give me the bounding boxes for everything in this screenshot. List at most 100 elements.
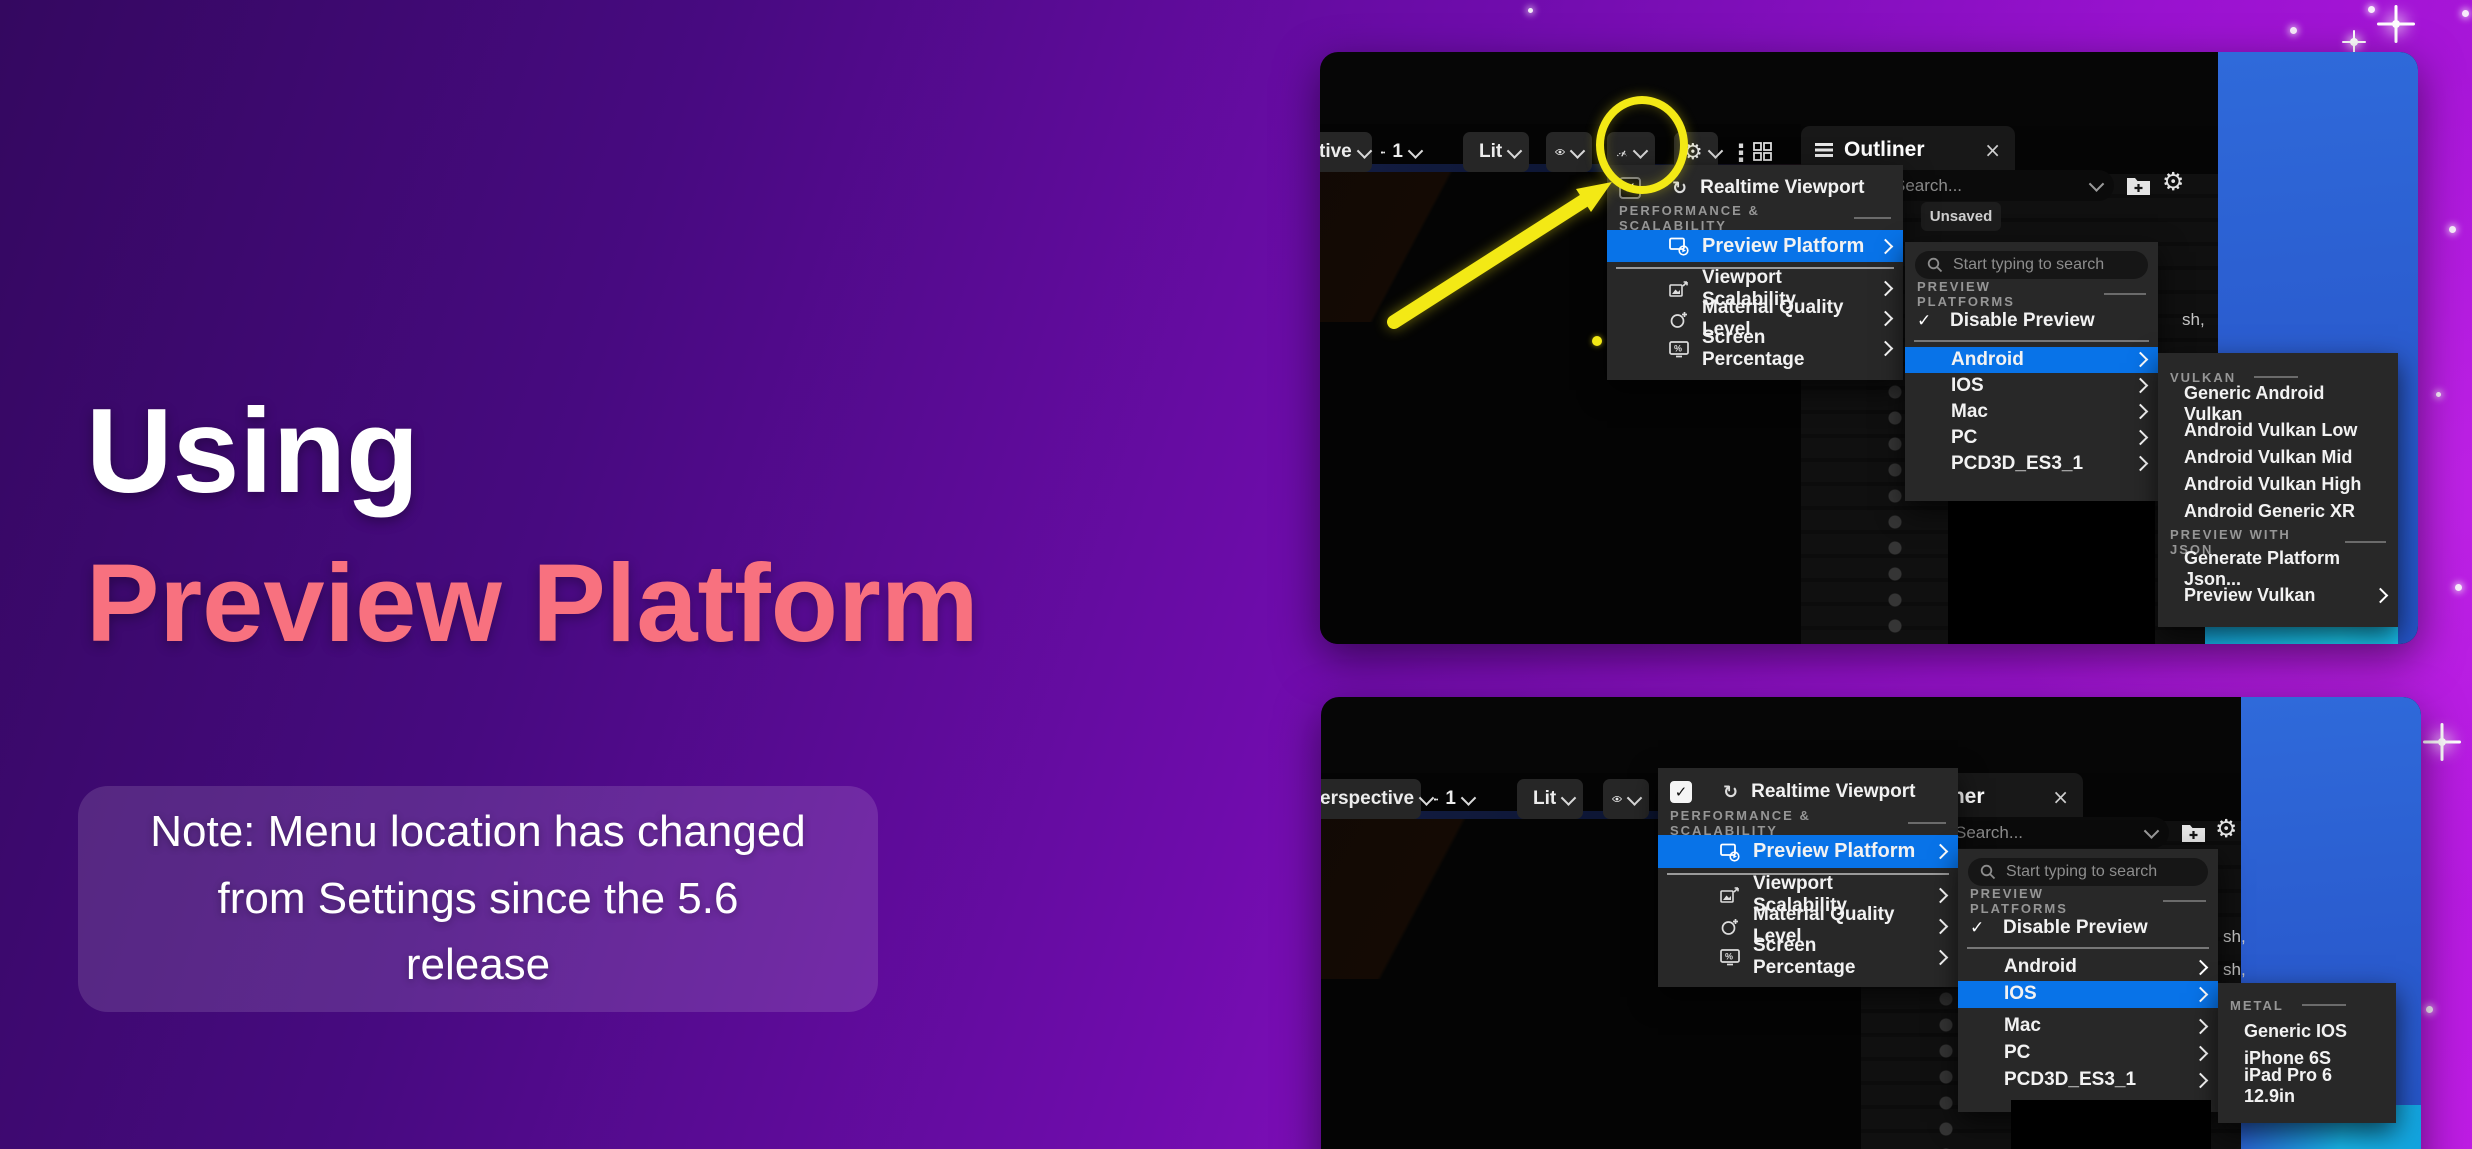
menu-label: Preview Vulkan	[2184, 585, 2315, 606]
perspective-label: erspective	[1321, 788, 1414, 810]
preview-platform-icon	[1669, 236, 1689, 256]
chevron-right-icon	[1933, 887, 1949, 903]
chevron-down-icon	[1627, 790, 1643, 806]
platform-search-input[interactable]	[2004, 862, 2196, 882]
menu-item-screen-percentage[interactable]: % Screen Percentage	[1607, 334, 1903, 364]
platform-search[interactable]	[1968, 858, 2208, 886]
menu-item-disable-preview[interactable]: ✓ Disable Preview	[1958, 914, 2218, 942]
close-icon[interactable]: ×	[1984, 138, 2001, 162]
perspective-dropdown[interactable]: erspective	[1321, 779, 1421, 819]
menu-item-vulkan-high[interactable]: Android Vulkan High	[2158, 471, 2398, 498]
menu-item-platform-android[interactable]: Android	[1905, 347, 2158, 373]
layout-grid-icon[interactable]	[1753, 142, 1772, 161]
outliner-search-input[interactable]	[1892, 175, 2083, 197]
eye-icon	[1612, 792, 1622, 806]
gear-icon[interactable]: ⚙	[2215, 814, 2237, 843]
chevron-right-icon	[2373, 588, 2389, 604]
show-flags-dropdown[interactable]	[1603, 779, 1649, 819]
sparkle	[2462, 10, 2469, 17]
menu-item-platform-mac[interactable]: Mac	[1905, 399, 2158, 425]
menu-section: PERFORMANCE & SCALABILITY	[1658, 811, 1958, 835]
menu-item-metal-generic-ios[interactable]: Generic IOS	[2218, 1018, 2396, 1045]
lit-label: Lit	[1533, 788, 1556, 810]
menu-item-platform-ios[interactable]: IOS	[1905, 373, 2158, 399]
menu-label: iPad Pro 6 12.9in	[2244, 1065, 2384, 1107]
menu-label: Android Vulkan Low	[2184, 420, 2357, 441]
checkbox-checked[interactable]: ✓	[1670, 781, 1692, 803]
sparkle	[2290, 27, 2297, 34]
platform-search-input[interactable]	[1951, 255, 2136, 275]
camera-speed-dropdown[interactable]: 1	[1372, 132, 1430, 172]
menu-item-vulkan-xr[interactable]: Android Generic XR	[2158, 498, 2398, 525]
preview-platform-icon	[1720, 842, 1740, 862]
chevron-right-icon	[1933, 844, 1949, 860]
add-folder-icon[interactable]	[2126, 175, 2151, 196]
sparkle	[2350, 38, 2358, 46]
menu-label: Preview Platform	[1702, 235, 1864, 258]
menu-item-platform-mac[interactable]: Mac	[1958, 1013, 2218, 1040]
chevron-down-icon	[1570, 143, 1586, 159]
menu-label: Realtime Viewport	[1700, 177, 1864, 199]
realtime-icon: ↻	[1723, 782, 1738, 803]
lit-mode-dropdown[interactable]: Lit	[1463, 132, 1529, 172]
menu-item-platform-ios[interactable]: IOS	[1958, 981, 2218, 1008]
perspective-dropdown[interactable]: tive	[1320, 132, 1372, 172]
menu-label: Screen Percentage	[1702, 327, 1867, 371]
add-folder-icon[interactable]	[2181, 822, 2206, 843]
chevron-right-icon	[2193, 959, 2209, 975]
menu-item-metal-ipad-pro[interactable]: iPad Pro 6 12.9in	[2218, 1072, 2396, 1099]
chevron-down-icon	[1561, 790, 1577, 806]
menu-label: Generic IOS	[2244, 1021, 2347, 1042]
sparkle	[2392, 20, 2400, 28]
viewport-performance-menu: ✓ ↻ Realtime Viewport PERFORMANCE & SCAL…	[1658, 768, 1958, 987]
outliner-search-input[interactable]	[1953, 822, 2138, 844]
menu-item-vulkan-generic[interactable]: Generic Android Vulkan	[2158, 390, 2398, 417]
menu-item-realtime-viewport[interactable]: ✓ ↻ Realtime Viewport	[1658, 773, 1958, 811]
menu-item-platform-android[interactable]: Android	[1958, 954, 2218, 981]
menu-item-platform-pcd3d[interactable]: PCD3D_ES3_1	[1905, 451, 2158, 477]
chevron-right-icon	[2133, 352, 2149, 368]
menu-label: PC	[1951, 427, 1977, 449]
platform-search[interactable]	[1915, 251, 2148, 279]
menu-label: Generic Android Vulkan	[2184, 383, 2386, 425]
menu-item-preview-platform[interactable]: Preview Platform	[1607, 230, 1903, 262]
viewport-ridge	[1321, 819, 1651, 979]
show-flags-dropdown[interactable]	[1546, 132, 1592, 172]
menu-item-screen-percentage[interactable]: % Screen Percentage	[1658, 942, 1958, 973]
chevron-right-icon	[1933, 949, 1949, 965]
chevron-right-icon	[2133, 378, 2149, 394]
chevron-right-icon	[2193, 1018, 2209, 1034]
menu-item-platform-pc[interactable]: PC	[1958, 1040, 2218, 1067]
outliner-search[interactable]	[1880, 170, 2114, 201]
lit-mode-dropdown[interactable]: Lit	[1517, 779, 1583, 819]
menu-item-platform-pc[interactable]: PC	[1905, 425, 2158, 451]
unsaved-badge[interactable]: Unsaved	[1921, 202, 2001, 231]
menu-item-disable-preview[interactable]: ✓ Disable Preview	[1905, 307, 2158, 335]
section-label: METAL	[2230, 998, 2284, 1013]
menu-item-vulkan-mid[interactable]: Android Vulkan Mid	[2158, 444, 2398, 471]
taskbar-cyan-strip	[2205, 626, 2398, 644]
viewport-performance-menu: ✓ ↻ Realtime Viewport PERFORMANCE & SCAL…	[1607, 165, 1903, 380]
search-icon	[1927, 257, 1943, 273]
gear-icon[interactable]: ⚙	[2162, 167, 2184, 196]
camera-speed-dropdown[interactable]: 1	[1425, 779, 1483, 819]
vulkan-submenu: VULKAN Generic Android Vulkan Android Vu…	[2158, 353, 2398, 627]
outliner-visibility-column	[1886, 382, 1904, 644]
menu-section: PREVIEW PLATFORMS	[1958, 888, 2218, 914]
menu-item-platform-pcd3d[interactable]: PCD3D_ES3_1	[1958, 1067, 2218, 1094]
sparkle	[2368, 6, 2375, 13]
menu-item-generate-json[interactable]: Generate Platform Json...	[2158, 555, 2398, 582]
outliner-search[interactable]	[1941, 817, 2169, 848]
menu-label: Disable Preview	[1950, 310, 2095, 332]
chevron-down-icon	[1356, 143, 1372, 159]
outliner-list-icon	[1815, 143, 1833, 157]
menu-item-preview-platform[interactable]: Preview Platform	[1658, 835, 1958, 868]
close-icon[interactable]: ×	[2052, 785, 2069, 809]
chevron-down-icon	[2144, 823, 2160, 839]
kebab-menu-icon[interactable]: ⋮	[1729, 139, 1753, 167]
chevron-right-icon	[2193, 1045, 2209, 1061]
sparkle	[2426, 1006, 2433, 1013]
section-label: PERFORMANCE & SCALABILITY	[1670, 808, 1890, 838]
sparkle	[2455, 584, 2462, 591]
chevron-right-icon	[2193, 986, 2209, 1002]
